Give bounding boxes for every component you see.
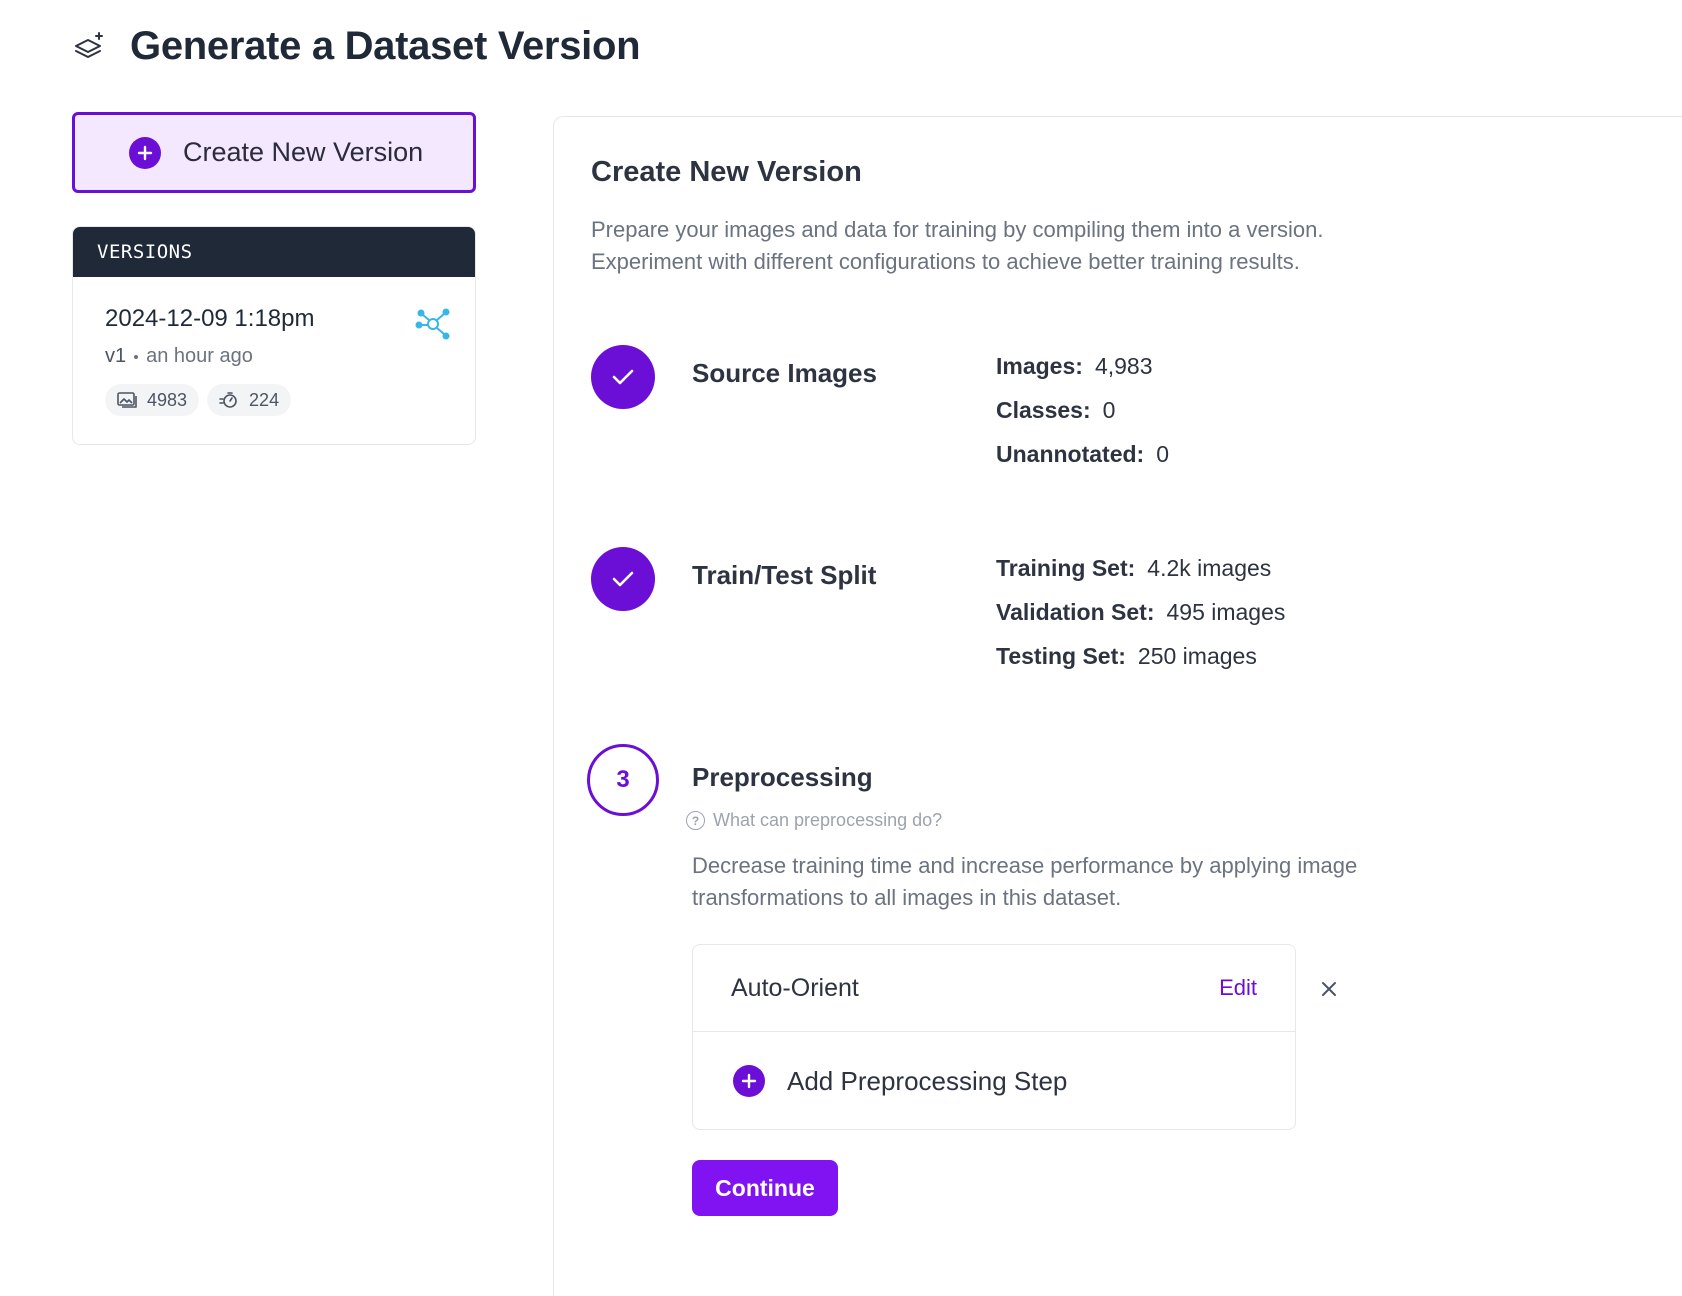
image-icon [117, 392, 137, 408]
edit-step-link[interactable]: Edit [1219, 975, 1257, 1001]
add-preprocessing-step-label: Add Preprocessing Step [787, 1065, 1068, 1096]
stat-row: Classes: 0 [996, 388, 1169, 432]
step-title-train-test-split: Train/Test Split [692, 560, 877, 590]
page-header: Generate a Dataset Version [72, 24, 641, 69]
question-circle-icon: ? [686, 811, 705, 830]
preprocessing-description: Decrease training time and increase perf… [692, 853, 1358, 910]
plus-circle-icon [733, 1065, 765, 1097]
split-stats: Training Set: 4.2k images Validation Set:… [996, 546, 1285, 678]
create-new-version-label: Create New Version [183, 137, 424, 167]
stat-value: 0 [1156, 440, 1170, 467]
version-number: v1 [105, 345, 127, 367]
size-badge: 224 [207, 384, 292, 416]
continue-button[interactable]: Continue [692, 1160, 838, 1216]
close-icon[interactable] [1318, 978, 1340, 1000]
preprocessing-steps-box: Auto-Orient Edit Add Preprocessing Step [692, 944, 1296, 1130]
stat-label: Classes: [996, 396, 1091, 423]
step-title-preprocessing: Preprocessing [692, 762, 873, 792]
stat-row: Training Set: 4.2k images [996, 546, 1285, 590]
step-title-source-images: Source Images [692, 358, 877, 388]
image-count: 4983 [147, 389, 188, 410]
stat-label: Testing Set: [996, 642, 1126, 669]
create-new-version-button[interactable]: Create New Version [72, 112, 476, 193]
size-label: 224 [249, 389, 280, 410]
stat-row: Validation Set: 495 images [996, 590, 1285, 634]
preprocessing-help-link[interactable]: ? What can preprocessing do? [686, 810, 942, 831]
step-complete-indicator [591, 547, 655, 611]
resize-timer-icon [219, 392, 237, 408]
stat-value: 495 images [1166, 598, 1286, 625]
step-complete-indicator [591, 345, 655, 409]
version-item[interactable]: 2024-12-09 1:18pm v1 an hour ago 4983 22… [73, 277, 475, 444]
stat-value: 4.2k images [1147, 554, 1272, 581]
check-icon [612, 571, 634, 587]
version-meta: v1 an hour ago [105, 345, 443, 368]
versions-header: VERSIONS [73, 227, 475, 277]
check-icon [612, 369, 634, 385]
stat-value: 250 images [1137, 642, 1257, 669]
graph-nodes-icon [415, 308, 450, 340]
panel-description: Prepare your images and data for trainin… [591, 217, 1324, 274]
stat-label: Validation Set: [996, 598, 1155, 625]
stat-row: Images: 4,983 [996, 344, 1169, 388]
stat-value: 0 [1102, 396, 1116, 423]
panel-title: Create New Version [591, 156, 862, 188]
add-preprocessing-step-button[interactable]: Add Preprocessing Step [693, 1032, 1295, 1130]
preprocessing-step-label: Auto-Orient [731, 973, 859, 1002]
version-date: 2024-12-09 1:18pm [105, 305, 315, 332]
separator-dot [134, 354, 139, 359]
stat-value: 4,983 [1094, 352, 1153, 379]
version-badges: 4983 224 [105, 384, 443, 416]
stat-label: Unannotated: [996, 440, 1145, 467]
step-number-indicator: 3 [587, 744, 659, 816]
layers-sparkle-icon [75, 31, 103, 58]
help-link-label: What can preprocessing do? [713, 810, 943, 830]
stat-row: Unannotated: 0 [996, 432, 1169, 476]
image-count-badge: 4983 [105, 384, 200, 416]
stat-row: Testing Set: 250 images [996, 634, 1285, 678]
stat-label: Images: [996, 352, 1083, 379]
plus-circle-icon [129, 136, 161, 169]
version-age: an hour ago [146, 345, 253, 367]
preprocessing-step-row: Auto-Orient Edit [693, 945, 1295, 1032]
stat-label: Training Set: [996, 554, 1136, 581]
source-images-stats: Images: 4,983 Classes: 0 Unannotated: 0 [996, 344, 1169, 476]
page-title: Generate a Dataset Version [130, 24, 641, 68]
versions-panel: VERSIONS 2024-12-09 1:18pm v1 an hour ag… [72, 226, 476, 445]
